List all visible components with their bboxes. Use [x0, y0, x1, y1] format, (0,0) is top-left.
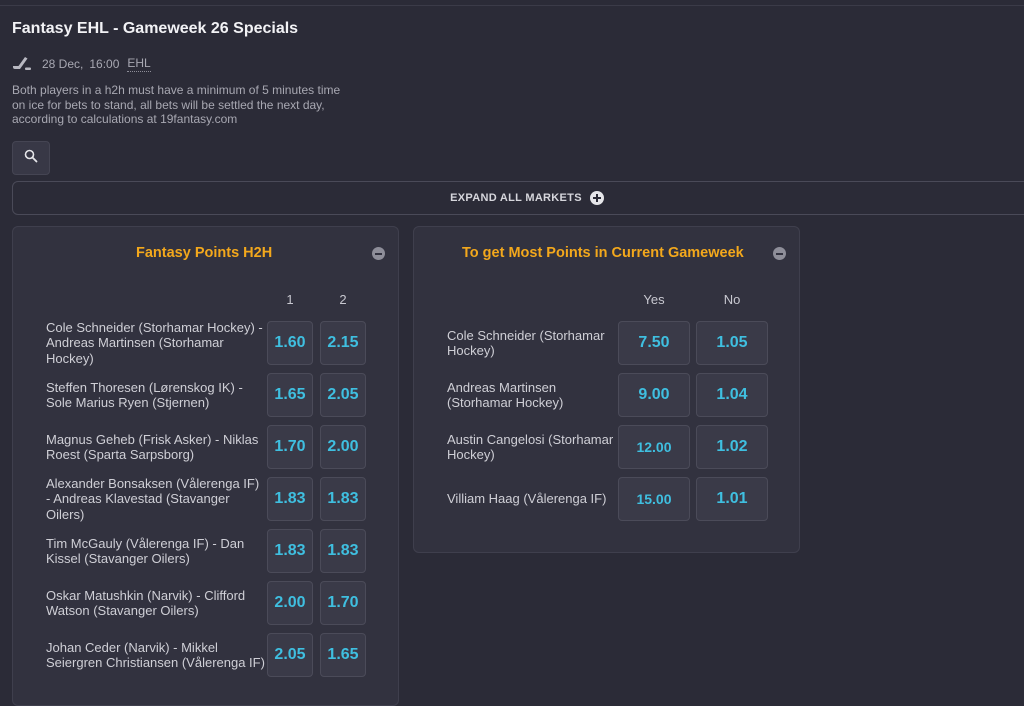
market-title: Fantasy Points H2H [136, 245, 273, 261]
odd-button-yes[interactable]: 15.00 [618, 477, 690, 521]
matchup-label: Tim McGauly (Vålerenga IF) - Dan Kissel … [46, 535, 245, 567]
odd-button-2[interactable]: 1.65 [320, 633, 366, 677]
odd-button-no[interactable]: 1.01 [696, 477, 768, 521]
odd-button-2[interactable]: 1.83 [320, 477, 366, 521]
matchup-label: Alexander Bonsaksen (Vålerenga IF) - And… [46, 475, 260, 522]
matchup-label: Steffen Thoresen (Lørenskog IK) - Sole M… [46, 379, 243, 411]
player-label: Andreas Martinsen (Storhamar Hockey) [447, 379, 564, 411]
odd-button-2[interactable]: 1.70 [320, 581, 366, 625]
odd-button-yes[interactable]: 9.00 [618, 373, 690, 417]
market-title: To get Most Points in Current Gameweek [462, 245, 744, 261]
odd-button-1[interactable]: 1.70 [267, 425, 313, 469]
odd-button-1[interactable]: 2.05 [267, 633, 313, 677]
odd-button-yes[interactable]: 7.50 [618, 321, 690, 365]
search-icon [24, 149, 38, 168]
column-header-1: 1 [286, 292, 294, 307]
odd-button-1[interactable]: 1.65 [267, 373, 313, 417]
expand-all-markets-button[interactable]: EXPAND ALL MARKETS [12, 181, 1024, 215]
odd-button-1[interactable]: 1.83 [267, 529, 313, 573]
odd-button-no[interactable]: 1.05 [696, 321, 768, 365]
player-label: Cole Schneider (Storhamar Hockey) [447, 327, 605, 359]
matchup-label: Cole Schneider (Storhamar Hockey) - Andr… [46, 319, 263, 366]
event-title: Fantasy EHL - Gameweek 26 Specials [12, 20, 299, 37]
hockey-stick-icon [12, 55, 32, 73]
collapse-market-icon[interactable] [372, 247, 385, 260]
odd-button-1[interactable]: 2.00 [267, 581, 313, 625]
league-link[interactable]: EHL [127, 56, 151, 72]
event-meta: 28 Dec, 16:00 EHL [12, 55, 151, 73]
odd-button-2[interactable]: 2.00 [320, 425, 366, 469]
player-label: Villiam Haag (Vålerenga IF) [447, 491, 607, 507]
odd-button-no[interactable]: 1.04 [696, 373, 768, 417]
market-most-points: To get Most Points in Current Gameweek Y… [413, 226, 800, 553]
column-header-yes: Yes [643, 292, 665, 307]
odd-button-1[interactable]: 1.60 [267, 321, 313, 365]
column-header-2: 2 [339, 292, 347, 307]
event-time: 16:00 [89, 57, 120, 71]
odd-button-2[interactable]: 2.05 [320, 373, 366, 417]
odd-button-no[interactable]: 1.02 [696, 425, 768, 469]
odd-button-2[interactable]: 1.83 [320, 529, 366, 573]
plus-circle-icon [589, 191, 604, 205]
odd-button-1[interactable]: 1.83 [267, 477, 313, 521]
odd-button-yes[interactable]: 12.00 [618, 425, 690, 469]
matchup-label: Magnus Geheb (Frisk Asker) - Niklas Roes… [46, 431, 259, 463]
column-header-no: No [723, 292, 741, 307]
market-fantasy-points-h2h: Fantasy Points H2H 1 2 Cole Schneider (S… [12, 226, 399, 706]
player-label: Austin Cangelosi (Storhamar Hockey) [447, 431, 614, 463]
odd-button-2[interactable]: 2.15 [320, 321, 366, 365]
matchup-label: Oskar Matushkin (Narvik) - Clifford Wats… [46, 587, 246, 619]
top-divider [0, 5, 1024, 6]
search-button[interactable] [12, 141, 50, 175]
matchup-label: Johan Ceder (Narvik) - Mikkel Seiergren … [46, 639, 265, 671]
event-description: Both players in a h2h must have a minimu… [12, 83, 341, 126]
event-date: 28 Dec, [42, 57, 84, 71]
expand-all-label: EXPAND ALL MARKETS [450, 192, 582, 204]
collapse-market-icon[interactable] [773, 247, 786, 260]
